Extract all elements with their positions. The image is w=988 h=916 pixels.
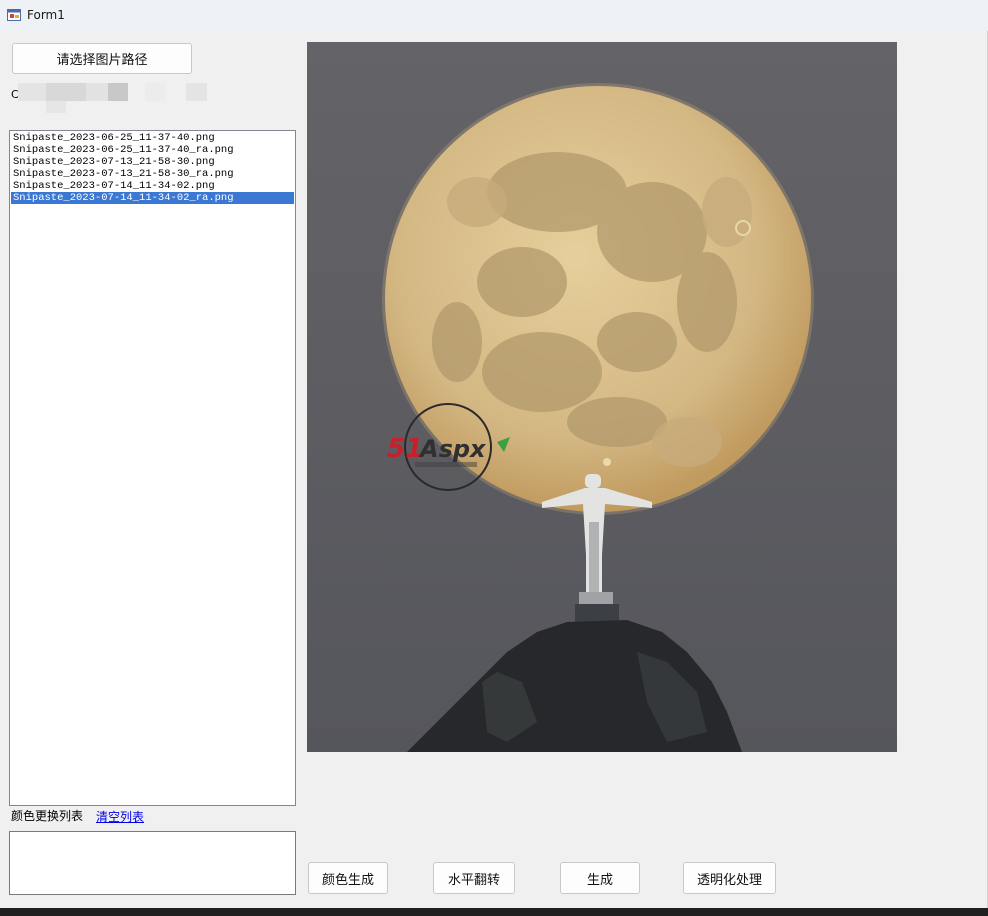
moon-statue-photo: 51 Aspx — [307, 42, 897, 752]
generate-button[interactable]: 生成 — [560, 862, 640, 894]
list-item[interactable]: Snipaste_2023-06-25_11-37-40_ra.png — [11, 144, 294, 156]
list-item[interactable]: Snipaste_2023-07-13_21-58-30_ra.png — [11, 168, 294, 180]
list-item[interactable]: Snipaste_2023-06-25_11-37-40.png — [11, 132, 294, 144]
title-bar[interactable]: Form1 — [0, 0, 988, 31]
watermark-number: 51 — [387, 434, 423, 464]
transparent-process-button[interactable]: 透明化处理 — [683, 862, 776, 894]
color-list-label: 颜色更换列表 — [11, 809, 84, 823]
select-path-button[interactable]: 请选择图片路径 — [12, 43, 192, 74]
file-listbox[interactable]: Snipaste_2023-06-25_11-37-40.png Snipaste… — [9, 130, 296, 806]
list-item[interactable]: Snipaste_2023-07-13_21-58-30.png — [11, 156, 294, 168]
list-item-selected[interactable]: Snipaste_2023-07-14_11-34-02_ra.png — [11, 192, 294, 204]
color-list-textbox[interactable] — [9, 831, 296, 895]
clear-list-link[interactable]: 清空列表 — [96, 808, 144, 825]
color-generate-button[interactable]: 颜色生成 — [308, 862, 388, 894]
main-window: Form1 请选择图片路径 C Snipaste_2023-06-25_11-3… — [0, 0, 988, 908]
image-preview: 51 Aspx — [307, 42, 897, 752]
list-item[interactable]: Snipaste_2023-07-14_11-34-02.png — [11, 180, 294, 192]
watermark-brand: Aspx — [418, 435, 487, 463]
horizontal-flip-button[interactable]: 水平翻转 — [433, 862, 515, 894]
window-title: Form1 — [27, 8, 65, 22]
app-form-icon — [7, 9, 21, 21]
